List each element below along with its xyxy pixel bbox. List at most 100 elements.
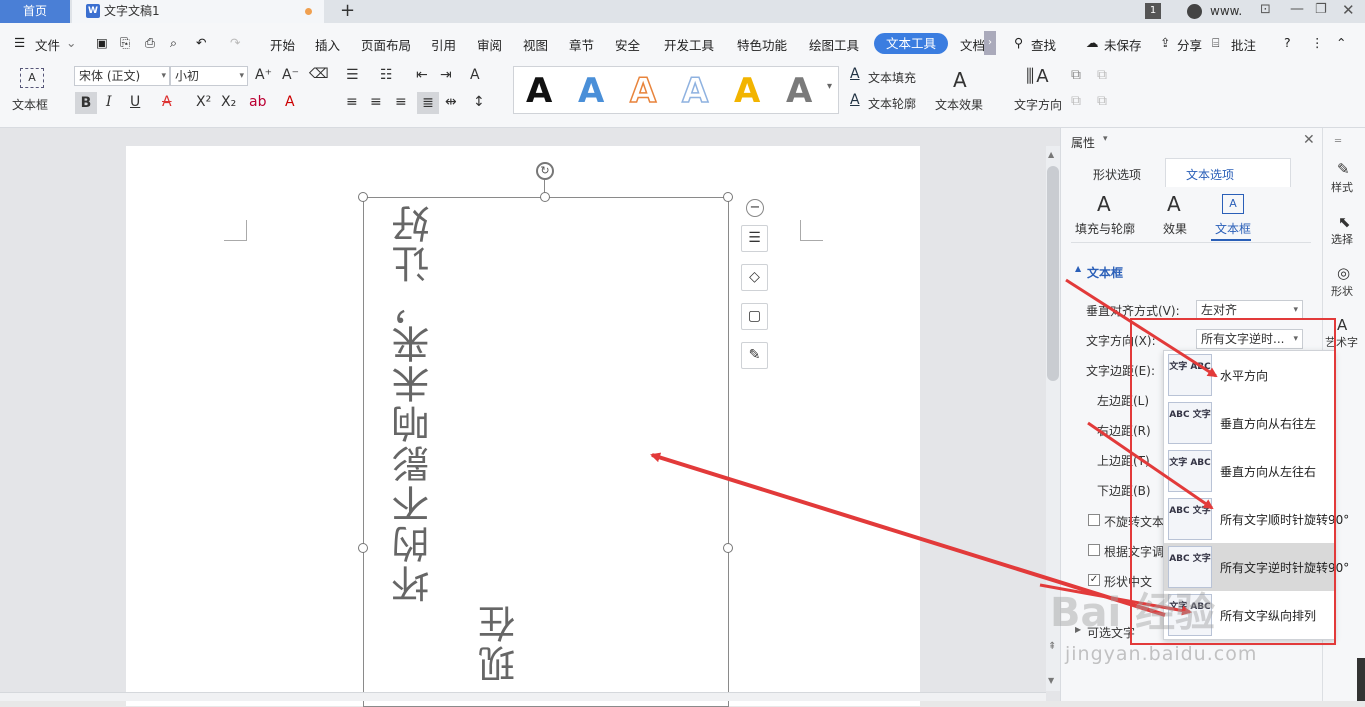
scrollbar-thumb[interactable] <box>1047 166 1059 381</box>
menu-text-tools[interactable]: 文本工具 <box>874 33 948 54</box>
tab-home[interactable]: 首页 <box>0 0 70 23</box>
style-gray[interactable]: A <box>786 71 812 111</box>
link-prev-icon[interactable]: ⧉ <box>1071 93 1081 109</box>
sub-effect[interactable]: 效果 <box>1163 220 1187 237</box>
scroll-down-icon[interactable]: ▼ <box>1048 676 1054 685</box>
outdent-icon[interactable]: ⇤ <box>416 67 428 83</box>
text-fill-icon[interactable]: A <box>850 66 860 82</box>
bold-button[interactable]: B <box>75 92 97 114</box>
grow-font-icon[interactable]: A⁺ <box>255 67 272 83</box>
menu-security[interactable]: 安全 <box>615 35 640 54</box>
bullets-icon[interactable]: ☰ <box>346 67 359 83</box>
textbox-icon[interactable]: A <box>20 68 44 88</box>
strikethrough-button[interactable]: A <box>162 94 172 110</box>
option-rotate-cw[interactable]: ABC 文字 所有文字顺时针旋转90° <box>1164 495 1349 543</box>
panel-title[interactable]: 属性 <box>1071 134 1095 151</box>
panel-title-chevron-icon[interactable]: ▾ <box>1103 134 1108 144</box>
hamburger-icon[interactable]: ☰ <box>14 35 25 50</box>
superscript-button[interactable]: X² <box>196 94 211 110</box>
style-gold[interactable]: A <box>734 71 760 111</box>
no-rotate-checkbox[interactable] <box>1088 514 1100 526</box>
create-link-icon[interactable]: ⧉ <box>1071 67 1081 83</box>
sidebar-shape-label[interactable]: 形状 <box>1331 283 1353 299</box>
justify-icon[interactable]: ≣ <box>417 92 439 114</box>
save-icon[interactable]: ▣ <box>96 35 108 50</box>
text-outline-label[interactable]: 文本轮廓 <box>868 95 916 112</box>
share-icon[interactable]: ⇪ <box>1160 35 1170 50</box>
print-icon[interactable]: ⎙ <box>145 35 155 51</box>
search-label[interactable]: 查找 <box>1031 35 1056 54</box>
prev-page-icon[interactable]: ⇞ <box>1048 641 1056 652</box>
text-effect-icon[interactable]: A <box>953 68 967 92</box>
menu-insert[interactable]: 插入 <box>315 35 340 54</box>
style-black[interactable]: A <box>526 71 552 111</box>
select-icon[interactable]: ⬉ <box>1338 213 1351 231</box>
numbering-icon[interactable]: ☷ <box>380 67 393 83</box>
rotate-handle-icon[interactable]: ↻ <box>536 162 554 180</box>
menu-features[interactable]: 特色功能 <box>737 35 787 54</box>
style-blue[interactable]: A <box>578 71 604 111</box>
layout-options-icon[interactable]: ☰ <box>741 225 768 252</box>
menu-scroll-right-icon[interactable]: › <box>984 31 996 55</box>
sidebar-style-label[interactable]: 样式 <box>1331 179 1353 195</box>
align-center-icon[interactable]: ≡ <box>370 94 382 110</box>
cloud-icon[interactable]: ☁ <box>1086 35 1099 50</box>
direction-select[interactable]: 所有文字逆时... <box>1196 329 1303 349</box>
shape-fill-icon[interactable]: ◇ <box>741 264 768 291</box>
redo-icon[interactable]: ↷ <box>230 35 240 50</box>
collapse-ribbon-icon[interactable]: ⌃ <box>1336 35 1346 50</box>
underline-button[interactable]: U <box>130 94 140 110</box>
text-sort-icon[interactable]: A <box>470 67 480 83</box>
option-vertical-rtl[interactable]: ABC 文字 垂直方向从右往左 <box>1164 399 1335 447</box>
menu-dev-tools[interactable]: 开发工具 <box>664 35 714 54</box>
tab-text-options[interactable]: 文本选项 <box>1186 166 1234 183</box>
subscript-button[interactable]: X₂ <box>221 94 236 110</box>
align-right-icon[interactable]: ≡ <box>395 94 407 110</box>
sidebar-art-label[interactable]: 艺术字 <box>1325 334 1358 350</box>
menu-start[interactable]: 开始 <box>270 35 295 54</box>
text-effect-label[interactable]: 文本效果 <box>935 96 983 113</box>
resize-handle-nw[interactable] <box>358 192 368 202</box>
search-icon[interactable]: ⚲ <box>1014 35 1023 50</box>
tab-shape-options[interactable]: 形状选项 <box>1093 166 1141 183</box>
option-vertical-ltr[interactable]: 文字 ABC 垂直方向从左往右 <box>1164 447 1335 495</box>
distribute-icon[interactable]: ⇹ <box>445 94 457 110</box>
menu-document[interactable]: 文档 <box>960 35 985 54</box>
break-link-icon[interactable]: ⧉ <box>1097 67 1107 83</box>
link-next-icon[interactable]: ⧉ <box>1097 93 1107 109</box>
page-count-badge[interactable]: 1 <box>1145 3 1161 19</box>
help-icon[interactable]: ? <box>1284 35 1291 50</box>
format-painter-icon[interactable]: ✎ <box>741 342 768 369</box>
menu-view[interactable]: 视图 <box>523 35 548 54</box>
text-direction-icon[interactable]: ⫼A <box>1026 66 1051 87</box>
font-color-button[interactable]: A <box>285 94 295 110</box>
new-tab-button[interactable]: + <box>340 0 355 22</box>
option-horizontal[interactable]: 文字 ABC 水平方向 <box>1164 351 1335 399</box>
style-orange[interactable]: A <box>629 70 657 112</box>
resize-handle-w[interactable] <box>358 543 368 553</box>
fill-outline-icon[interactable]: A <box>1097 192 1111 216</box>
shrink-font-icon[interactable]: A⁻ <box>282 67 299 83</box>
textbox-label[interactable]: 文本框 <box>12 96 48 113</box>
chevron-down-icon[interactable]: ⌄ <box>66 35 76 50</box>
resize-handle-e[interactable] <box>723 543 733 553</box>
shape-outline-icon[interactable]: ▢ <box>741 303 768 330</box>
text-column-1[interactable]: 坏的不影响未来，让好 <box>386 203 441 603</box>
menu-reference[interactable]: 引用 <box>431 35 456 54</box>
collapse-float-toolbar-icon[interactable]: − <box>746 199 764 217</box>
style-icon[interactable]: ✎ <box>1337 160 1350 178</box>
maximize-icon[interactable]: ❐ <box>1315 2 1327 17</box>
art-text-icon[interactable]: A <box>1337 316 1347 334</box>
font-name-select[interactable]: 宋体 (正文) <box>74 66 170 86</box>
menu-drawing-tools[interactable]: 绘图工具 <box>809 35 859 54</box>
textbox-tab-icon[interactable]: A <box>1222 194 1244 214</box>
undo-icon[interactable]: ↶ <box>196 35 206 50</box>
font-size-select[interactable]: 小初 <box>170 66 248 86</box>
section-expand-icon[interactable]: ▲ <box>1075 264 1081 273</box>
text-outline-icon[interactable]: A <box>850 92 860 108</box>
sidebar-edge-tab[interactable] <box>1357 658 1365 701</box>
close-icon[interactable]: ✕ <box>1342 1 1355 19</box>
menu-review[interactable]: 审阅 <box>477 35 502 54</box>
tab-document[interactable]: 文字文稿1 <box>72 0 324 23</box>
sidebar-select-label[interactable]: 选择 <box>1331 231 1353 247</box>
